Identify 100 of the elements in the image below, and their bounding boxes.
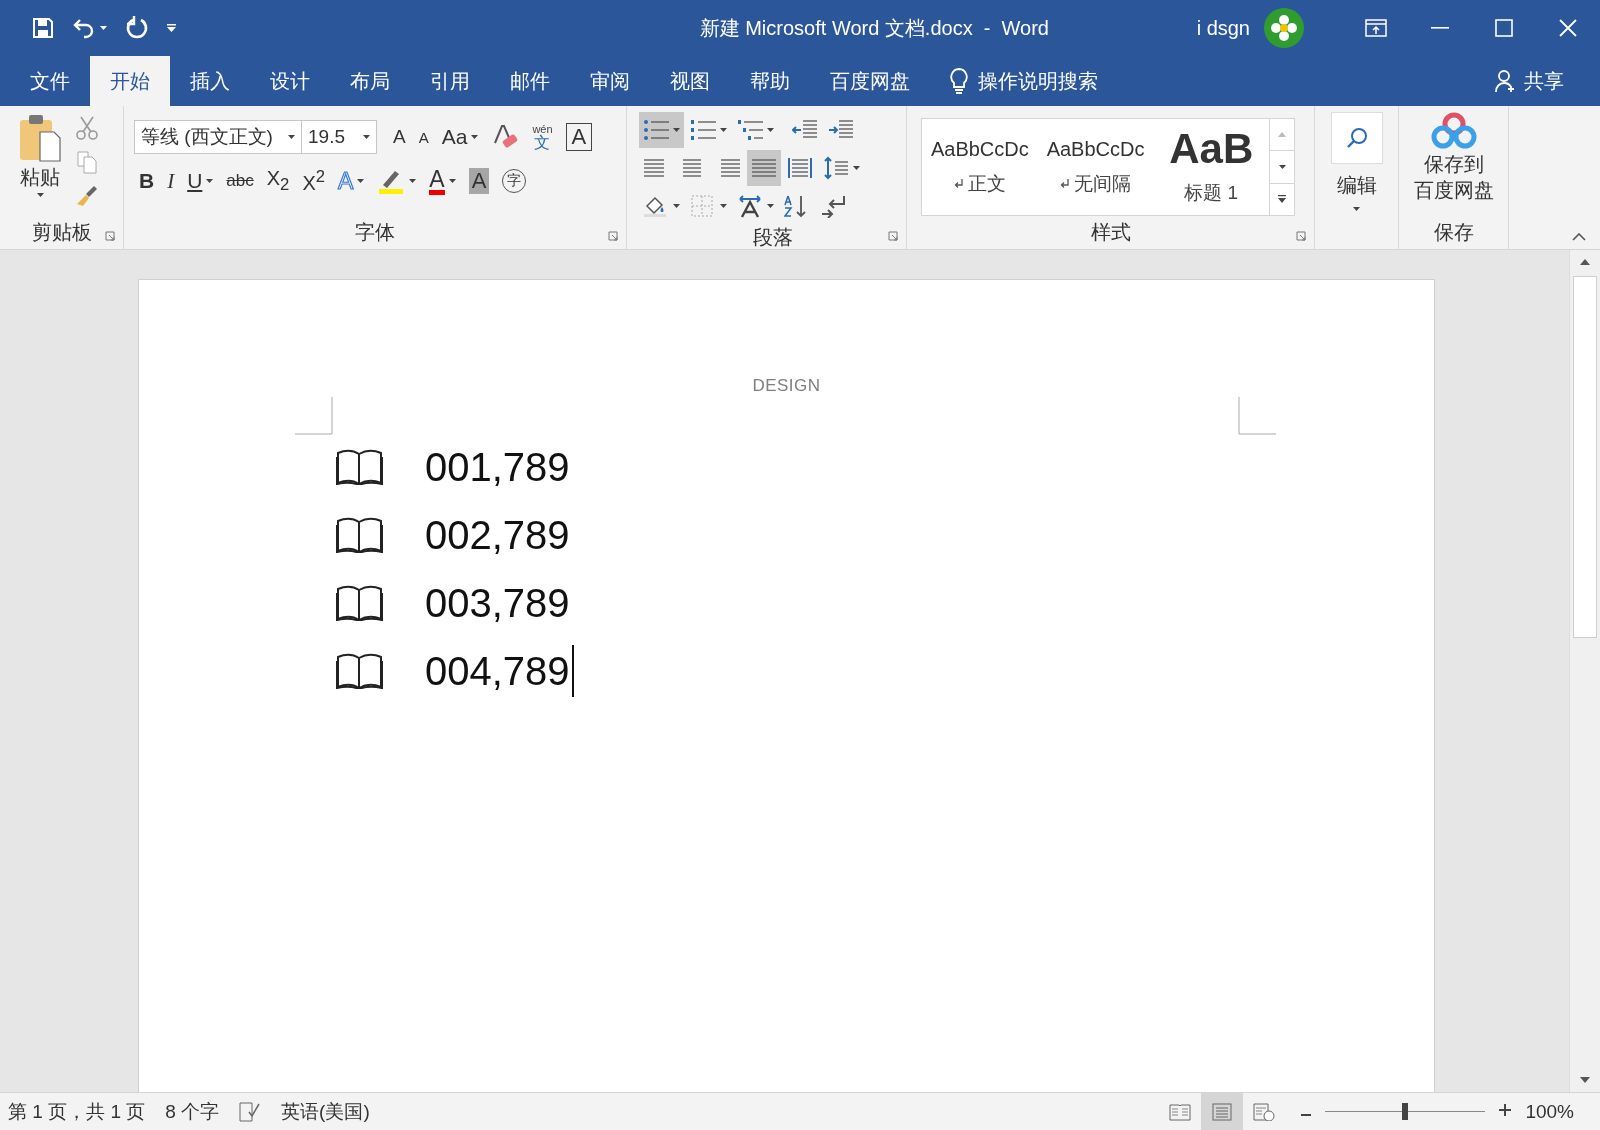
style-option[interactable]: AaBbCcDc 正文: [922, 119, 1038, 215]
style-option[interactable]: AaB 标题 1: [1153, 119, 1270, 215]
caret-icon: [167, 24, 176, 32]
caret-icon: [448, 179, 456, 183]
change-case-button[interactable]: Aa: [436, 118, 484, 156]
dialog-launcher-icon: [1296, 231, 1306, 241]
bullet-list-icon: [643, 118, 669, 142]
caret-icon: [100, 26, 107, 30]
strikethrough-label: abc: [226, 171, 254, 191]
avatar-icon: [1264, 8, 1304, 48]
redo-button[interactable]: [125, 16, 149, 40]
group-label: 字体: [355, 220, 395, 245]
dialog-launcher-icon: [888, 231, 898, 241]
copy-icon: [76, 150, 98, 174]
style-sample: AaBbCcDc: [930, 137, 1029, 161]
minus-icon: [1301, 1114, 1312, 1116]
group-label: 段落: [752, 225, 793, 250]
page-count[interactable]: 第 1 页，共 1 页: [8, 1098, 146, 1125]
page-view-icon: [1211, 1102, 1234, 1121]
caret-icon: [767, 128, 774, 132]
header-text: DESIGN: [752, 376, 821, 395]
collapse-ribbon-button[interactable]: [1572, 233, 1586, 241]
font-color-button[interactable]: A: [424, 162, 461, 200]
dialog-launcher-icon: [608, 231, 618, 241]
share-button[interactable]: 共享: [1488, 56, 1570, 106]
grow-font-button[interactable]: A: [388, 118, 411, 156]
bold-button[interactable]: B: [134, 162, 160, 200]
ribbon-tab[interactable]: 帮助: [730, 56, 810, 106]
ribbon-tab[interactable]: 开始: [90, 56, 170, 106]
cloud-rings-icon: [1430, 112, 1477, 150]
language-status[interactable]: 英语(美国): [281, 1098, 370, 1125]
open-book-icon: [336, 585, 383, 621]
undo-button[interactable]: [72, 17, 107, 39]
more-icon: [1278, 195, 1287, 204]
tell-me-search[interactable]: 操作说明搜索: [944, 56, 1104, 106]
list-item-text: 001,789: [425, 444, 570, 490]
paint-bucket-icon: [643, 194, 669, 218]
caret-icon: [1278, 132, 1287, 138]
ribbon-tab[interactable]: 文件: [10, 56, 90, 106]
save-to-cloud-button[interactable]: 保存到 百度网盘: [1413, 112, 1494, 202]
ribbon-tab[interactable]: 百度网盘: [810, 56, 930, 106]
ribbon-tab[interactable]: 布局: [330, 56, 410, 106]
shrink-font-button[interactable]: A: [413, 118, 434, 156]
paste-button[interactable]: 粘贴: [18, 112, 62, 208]
ribbon-tab[interactable]: 邮件: [490, 56, 570, 106]
scissors-icon: [76, 116, 98, 140]
style-option[interactable]: AaBbCcDc 无间隔: [1037, 119, 1154, 215]
character-shading-button[interactable]: A: [463, 162, 495, 200]
caret-icon: [720, 128, 727, 132]
strikethrough-button[interactable]: abc: [221, 162, 259, 200]
borders-icon: [690, 194, 716, 218]
style-name: 标题 1: [1184, 181, 1239, 205]
caret-icon: [206, 179, 214, 183]
bullets-button[interactable]: [639, 112, 684, 148]
distributed-icon: [787, 156, 813, 180]
zoom-level[interactable]: 100%: [1525, 1100, 1574, 1123]
ribbon-tab[interactable]: 引用: [410, 56, 490, 106]
caret-icon: [357, 179, 365, 183]
show-marks-icon: [820, 194, 846, 218]
zoom-slider-thumb[interactable]: [1402, 1102, 1409, 1120]
return-mark-icon: [953, 178, 963, 189]
phonetic-guide-button[interactable]: wén 文: [527, 118, 558, 156]
window-title: 新建 Microsoft Word 文档.docx - Word: [698, 15, 1050, 41]
paintbrush-icon: [76, 184, 98, 208]
ruby-text: wén: [532, 123, 553, 135]
ribbon-tab[interactable]: 插入: [170, 56, 250, 106]
group-label: 保存: [1433, 220, 1474, 245]
bold-label: B: [139, 169, 155, 193]
justify-icon: [751, 156, 777, 180]
list-item-text: 002,789: [425, 512, 570, 558]
scrollbar-thumb[interactable]: [1573, 276, 1597, 638]
underline-label: U: [187, 169, 203, 193]
caret-icon: [673, 204, 680, 208]
text-spacing-icon: [737, 194, 763, 218]
caret-up-icon: [1580, 259, 1590, 265]
caret-icon: [720, 204, 727, 208]
font-size-dropdown[interactable]: 19.5: [301, 121, 376, 153]
italic-button[interactable]: I: [162, 162, 180, 200]
save-button[interactable]: [32, 17, 54, 39]
margin-mark: [1238, 397, 1276, 435]
plus-icon: [1499, 1104, 1512, 1116]
cut-button[interactable]: [76, 116, 98, 140]
list-item-text: 003,789: [425, 580, 570, 626]
font-name-dropdown[interactable]: 等线 (西文正文): [135, 121, 301, 153]
close-icon: [1559, 19, 1577, 37]
style-sample: AaB: [1169, 128, 1254, 170]
caret-icon: [853, 166, 860, 170]
underline-button[interactable]: U: [182, 162, 219, 200]
customize-toolbar-button[interactable]: [167, 24, 176, 32]
caret-icon: [767, 204, 774, 208]
line-spacing-icon: [823, 156, 849, 180]
caret-icon: [288, 135, 295, 139]
dialog-launcher-icon: [105, 231, 115, 241]
ribbon-tab[interactable]: 设计: [250, 56, 330, 106]
format-painter-button[interactable]: [76, 184, 98, 208]
word-count[interactable]: 8 个字: [165, 1098, 220, 1125]
caret-icon: [36, 193, 44, 197]
enclose-character-button[interactable]: 字: [497, 162, 532, 200]
ribbon-tab[interactable]: 审阅: [570, 56, 650, 106]
ribbon-tab[interactable]: 视图: [650, 56, 730, 106]
